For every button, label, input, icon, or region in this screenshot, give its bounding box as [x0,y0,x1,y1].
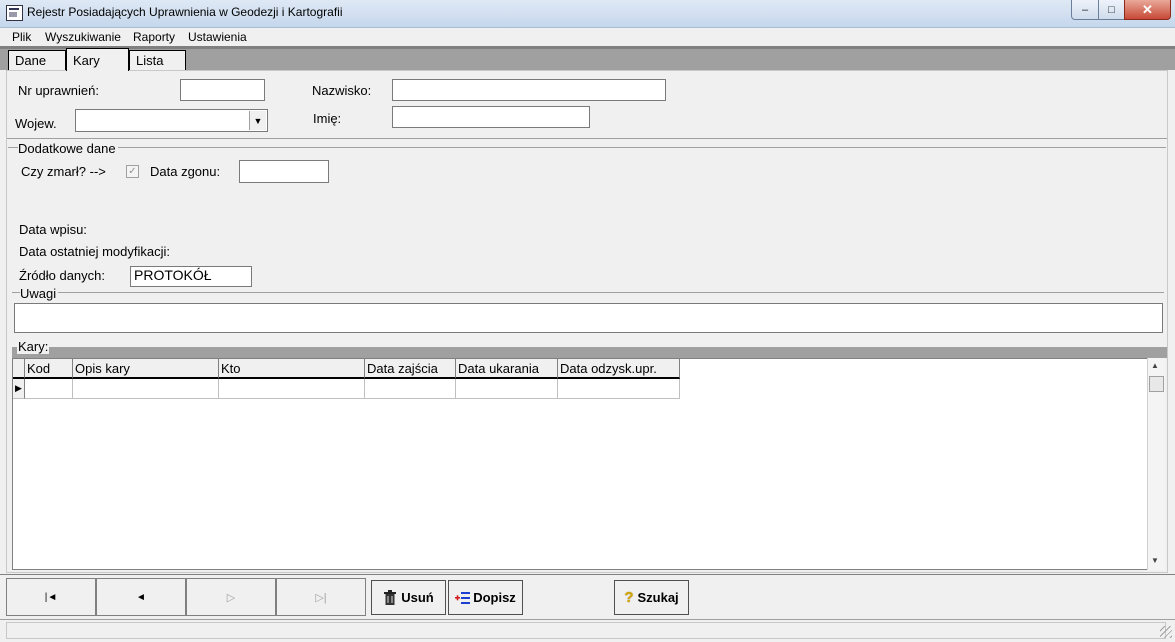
title-bar: Rejestr Posiadających Uprawnienia w Geod… [0,0,1175,28]
last-record-icon: ▷| [315,591,327,604]
wojew-label: Wojew. [15,116,57,131]
kary-legend: Kary: [17,339,50,354]
question-icon: ? [624,589,634,606]
table-cell[interactable] [25,379,73,399]
first-record-icon: |◄ [44,591,58,603]
dropdown-arrow-icon[interactable]: ▼ [249,111,266,130]
uwagi-legend: Uwagi [20,286,59,301]
czy-zmarl-label: Czy zmarł? --> [21,164,106,179]
col-header-kod[interactable]: Kod [25,359,73,379]
usun-button[interactable]: Usuń [371,580,446,615]
uwagi-textarea[interactable] [14,303,1163,333]
scroll-up-icon[interactable]: ▲ [1151,361,1159,370]
maximize-button[interactable]: □ [1098,0,1125,20]
bottom-separator [0,574,1175,575]
table-cell[interactable] [219,379,365,399]
wojew-select[interactable]: ▼ [75,109,268,132]
data-modyfikacji-label: Data ostatniej modyfikacji: [19,244,171,259]
minimize-icon: – [1081,3,1089,16]
status-bar [0,619,1175,642]
close-icon: ✕ [1142,1,1153,17]
czy-zmarl-checkbox[interactable]: ✓ [126,165,139,178]
status-panel [6,622,1166,639]
trash-icon [384,590,397,605]
menu-ustawienia[interactable]: Ustawienia [188,30,247,44]
zrodlo-input[interactable]: PROTOKÓŁ [130,266,252,287]
col-header-opis-kary[interactable]: Opis kary [73,359,219,379]
col-header-data-ukarania[interactable]: Data ukarania [456,359,558,379]
close-button[interactable]: ✕ [1124,0,1171,20]
imie-input[interactable] [392,106,590,128]
row-indicator-header [13,359,25,379]
kary-header-bar [12,347,1167,358]
resize-grip-icon[interactable] [1160,626,1172,638]
grid-vertical-scrollbar[interactable]: ▲ ▼ [1147,358,1165,570]
menu-bar: Plik Wyszukiwanie Raporty Ustawienia [0,28,1175,46]
nazwisko-label: Nazwisko: [312,83,372,98]
tab-lista[interactable]: Lista [129,50,186,70]
tab-kary-label: Kary [73,52,100,68]
scroll-down-icon[interactable]: ▼ [1151,556,1159,565]
tab-dane[interactable]: Dane [8,50,66,70]
top-separator [7,138,1167,139]
dopisz-button[interactable]: Dopisz [448,580,523,615]
imie-label: Imię: [313,111,342,126]
table-cell[interactable] [365,379,456,399]
data-zgonu-input[interactable] [239,160,329,183]
kary-grid[interactable]: Kod Opis kary Kto Data zajścia Data ukar… [12,358,1164,570]
col-header-data-zajscia[interactable]: Data zajścia [365,359,456,379]
data-wpisu-label: Data wpisu: [19,222,87,237]
tab-dane-label: Dane [15,53,47,68]
nr-uprawnien-label: Nr uprawnień: [18,83,99,98]
dopisz-label: Dopisz [473,590,516,605]
col-header-data-odzysk[interactable]: Data odzysk.upr. [558,359,680,379]
tab-kary[interactable]: Kary [66,48,129,71]
nazwisko-input[interactable] [392,79,666,101]
dodatkowe-legend: Dodatkowe dane [18,141,118,156]
table-cell[interactable] [73,379,219,399]
nav-next-button[interactable]: ▷ [186,578,276,616]
menu-plik[interactable]: Plik [12,30,31,44]
window-title: Rejestr Posiadających Uprawnienia w Geod… [27,5,343,19]
nr-uprawnien-input[interactable] [180,79,265,101]
maximize-icon: □ [1108,3,1115,16]
usun-label: Usuń [401,590,434,605]
tab-lista-label: Lista [136,53,164,68]
app-icon [6,5,23,21]
nav-last-button[interactable]: ▷| [276,578,366,616]
menu-raporty[interactable]: Raporty [133,30,175,44]
nav-prev-button[interactable]: ◄ [96,578,186,616]
szukaj-button[interactable]: ? Szukaj [614,580,689,615]
minimize-button[interactable]: – [1071,0,1099,20]
szukaj-label: Szukaj [637,590,679,605]
scroll-thumb[interactable] [1149,376,1164,392]
prev-record-icon: ◄ [136,591,146,603]
table-cell[interactable] [456,379,558,399]
add-record-icon [455,592,471,604]
uwagi-border [12,292,1164,293]
current-row-icon: ▶ [13,379,25,399]
nav-first-button[interactable]: |◄ [6,578,96,616]
menu-wyszukiwanie[interactable]: Wyszukiwanie [45,30,121,44]
col-header-kto[interactable]: Kto [219,359,365,379]
dodatkowe-border [8,147,1166,148]
table-cell[interactable] [558,379,680,399]
data-zgonu-label: Data zgonu: [150,164,221,179]
next-record-icon: ▷ [226,591,236,604]
zrodlo-label: Źródło danych: [19,268,105,283]
